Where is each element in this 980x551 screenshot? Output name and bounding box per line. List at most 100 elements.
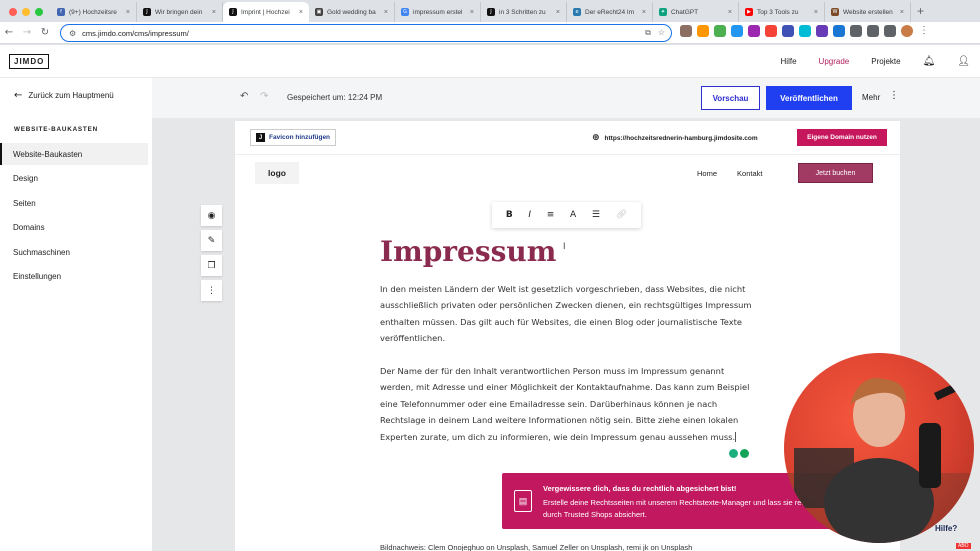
extension-icon[interactable] xyxy=(765,25,777,37)
sidebar-icon[interactable] xyxy=(884,25,896,37)
site-info-icon[interactable]: ⚙ xyxy=(69,29,76,38)
block-tools: ◉ ✎ ❐ ⋮ xyxy=(201,205,222,301)
undo-icon[interactable]: ↶ xyxy=(240,91,248,102)
maximize-window-button[interactable] xyxy=(35,8,43,16)
eye-icon[interactable]: ◉ xyxy=(201,205,222,226)
browser-tab[interactable]: f (9+) Hochzeitsre × xyxy=(51,2,137,22)
use-own-domain-button[interactable]: Eigene Domain nutzen xyxy=(797,129,887,146)
url-text: cms.jimdo.com/cms/impressum/ xyxy=(82,28,189,38)
projects-link[interactable]: Projekte xyxy=(871,57,900,66)
legal-notice-banner[interactable]: ▤ Vergewissere dich, dass du rechtlich a… xyxy=(502,473,832,529)
site-logo-placeholder[interactable]: logo xyxy=(255,162,299,184)
italic-icon[interactable]: I xyxy=(528,210,531,220)
site-nav-home[interactable]: Home xyxy=(697,169,717,178)
help-widget[interactable]: Hilfe? xyxy=(935,524,957,533)
tab-title: ChatGPT xyxy=(671,8,699,16)
close-window-button[interactable] xyxy=(9,8,17,16)
browser-tab[interactable]: W Website erstellen × xyxy=(825,2,911,22)
back-to-main-menu[interactable]: ← Zurück zum Hauptmenü xyxy=(14,90,114,101)
browser-tab[interactable]: ▣ Gold wedding ba × xyxy=(309,2,395,22)
align-icon[interactable]: ≡ xyxy=(547,210,555,220)
bold-icon[interactable]: B xyxy=(506,210,513,220)
tab-title: Website erstellen xyxy=(843,8,893,16)
extension-icon[interactable] xyxy=(714,25,726,37)
browser-tab[interactable]: J Imprint | Hochzei × xyxy=(223,2,309,22)
site-nav: Home Kontakt xyxy=(697,169,762,178)
extension-icon[interactable] xyxy=(816,25,828,37)
browser-menu-icon[interactable]: ⋮ xyxy=(918,25,930,37)
tab-close-icon[interactable]: × xyxy=(470,9,474,16)
sidebar-item-suchmaschinen[interactable]: Suchmaschinen xyxy=(0,241,148,263)
bell-icon[interactable]: 🔔︎ xyxy=(923,56,936,67)
extension-icon[interactable] xyxy=(680,25,692,37)
download-icon[interactable] xyxy=(867,25,879,37)
browser-tab-bar: f (9+) Hochzeitsre × J Wir bringen dein × J Imp… xyxy=(0,0,980,22)
book-now-button[interactable]: Jetzt buchen xyxy=(798,163,873,183)
link-icon[interactable]: 🔗︎ xyxy=(616,210,627,220)
paint-icon[interactable]: ✎ xyxy=(201,230,222,251)
page-title[interactable]: Impressum xyxy=(380,235,556,268)
tab-favicon-icon: J xyxy=(229,8,237,16)
add-favicon-button[interactable]: J Favicon hinzufügen xyxy=(250,129,337,146)
install-icon[interactable]: ⧉ xyxy=(645,28,651,38)
forward-arrow-icon[interactable]: → xyxy=(18,27,36,38)
grammar-check-icon[interactable] xyxy=(729,449,738,458)
sidebar-item-design[interactable]: Design xyxy=(0,167,148,189)
tab-close-icon[interactable]: × xyxy=(556,9,560,16)
preview-button[interactable]: Vorschau xyxy=(701,86,760,110)
new-tab-button[interactable]: + xyxy=(911,4,930,22)
tab-close-icon[interactable]: × xyxy=(212,9,216,16)
extension-icon[interactable] xyxy=(748,25,760,37)
tab-close-icon[interactable]: × xyxy=(728,9,732,16)
browser-tab[interactable]: ▶ Top 3 Tools zu × xyxy=(739,2,825,22)
redo-icon[interactable]: ↷ xyxy=(260,91,268,102)
grammarly-icon[interactable] xyxy=(740,449,749,458)
tab-close-icon[interactable]: × xyxy=(299,9,303,16)
tab-close-icon[interactable]: × xyxy=(642,9,646,16)
more-dots-icon[interactable]: ⋮ xyxy=(889,90,899,101)
help-link[interactable]: Hilfe xyxy=(781,57,797,66)
sidebar-item-label: Suchmaschinen xyxy=(13,247,70,257)
editor-toolbar: ↶ ↷ Gespeichert um: 12:24 PM Vorschau Ve… xyxy=(152,78,980,118)
puzzle-icon[interactable] xyxy=(850,25,862,37)
copy-icon[interactable]: ❐ xyxy=(201,255,222,276)
extension-icon[interactable] xyxy=(731,25,743,37)
globe-icon: ⊕ xyxy=(592,133,600,143)
sidebar-item-seiten[interactable]: Seiten xyxy=(0,192,148,214)
list-icon[interactable]: ☰ xyxy=(592,210,600,220)
extension-icon[interactable] xyxy=(697,25,709,37)
publish-button[interactable]: Veröffentlichen xyxy=(766,86,852,110)
tab-favicon-icon: f xyxy=(57,8,65,16)
paragraph-2[interactable]: Der Name der für den Inhalt verantwortli… xyxy=(380,363,760,445)
extension-icon[interactable] xyxy=(833,25,845,37)
extension-icon[interactable] xyxy=(782,25,794,37)
tab-close-icon[interactable]: × xyxy=(384,9,388,16)
browser-tab[interactable]: e Der eRecht24 Im × xyxy=(567,2,653,22)
back-arrow-icon[interactable]: ← xyxy=(0,27,18,38)
app-header: JIMDO Hilfe Upgrade Projekte 🔔︎ 👤︎ xyxy=(0,45,980,78)
jimdo-logo[interactable]: JIMDO xyxy=(9,54,50,69)
paragraph-1[interactable]: In den meisten Ländern der Welt ist gese… xyxy=(380,281,760,347)
profile-avatar[interactable] xyxy=(901,25,913,37)
site-nav-kontakt[interactable]: Kontakt xyxy=(737,169,762,178)
text-color-icon[interactable]: A xyxy=(570,210,576,220)
browser-tab[interactable]: Gimpressum erstel × xyxy=(395,2,481,22)
bookmark-star-icon[interactable]: ☆ xyxy=(658,28,665,38)
sidebar-item-website-baukasten[interactable]: Website-Baukasten xyxy=(0,143,148,165)
address-bar[interactable]: ⚙ cms.jimdo.com/cms/impressum/ ⧉ ☆ xyxy=(60,24,672,42)
more-vertical-icon[interactable]: ⋮ xyxy=(201,280,222,301)
minimize-window-button[interactable] xyxy=(22,8,30,16)
user-icon[interactable]: 👤︎ xyxy=(957,56,970,67)
browser-tab[interactable]: ✦ ChatGPT × xyxy=(653,2,739,22)
tab-close-icon[interactable]: × xyxy=(814,9,818,16)
browser-tab[interactable]: J Wir bringen dein × xyxy=(137,2,223,22)
extension-icon[interactable] xyxy=(799,25,811,37)
sidebar-item-domains[interactable]: Domains xyxy=(0,216,148,238)
upgrade-link[interactable]: Upgrade xyxy=(819,57,850,66)
browser-tab[interactable]: Jin 3 Schritten zu × xyxy=(481,2,567,22)
more-button[interactable]: Mehr xyxy=(862,93,880,102)
tab-close-icon[interactable]: × xyxy=(126,9,130,16)
reload-icon[interactable]: ↻ xyxy=(36,27,54,38)
tab-close-icon[interactable]: × xyxy=(900,9,904,16)
sidebar-item-einstellungen[interactable]: Einstellungen xyxy=(0,265,148,287)
